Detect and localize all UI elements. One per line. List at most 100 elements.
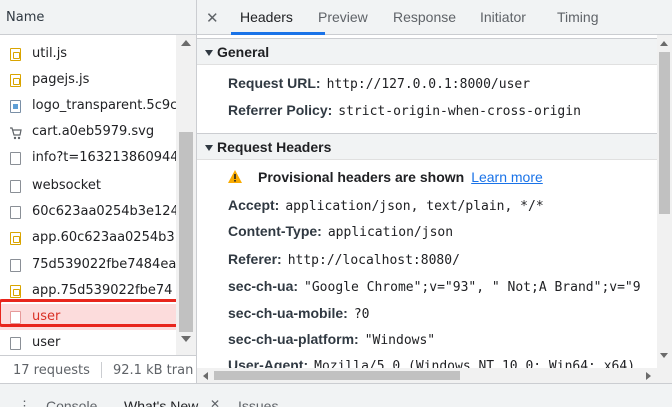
request-row[interactable]: logo_transparent.5c9c: [0, 93, 176, 119]
scrollbar-thumb[interactable]: [659, 52, 670, 214]
request-row[interactable]: info?t=163213860944: [0, 145, 176, 171]
referrer-policy-value: strict-origin-when-cross-origin: [338, 104, 581, 119]
bottom-drawer-tabbar: ⋮ Console What's New ✕ Issues: [0, 383, 672, 407]
document-file-icon: [10, 206, 21, 219]
header-key: sec-ch-ua-mobile:: [228, 305, 348, 321]
request-name: websocket: [32, 178, 101, 193]
header-row-content-type: Content-Type: application/json: [228, 223, 453, 240]
tab-headers[interactable]: Headers: [240, 9, 293, 25]
request-url-label: Request URL:: [228, 75, 321, 91]
request-url-value: http://127.0.0.1:8000/user: [326, 77, 531, 92]
header-key: Referer:: [228, 251, 282, 267]
close-icon[interactable]: ✕: [206, 9, 219, 27]
request-row[interactable]: pagejs.js: [0, 67, 176, 93]
request-row[interactable]: 60c623aa0254b3e124: [0, 199, 176, 225]
request-name: 60c623aa0254b3e124: [32, 204, 176, 219]
document-file-icon: [10, 337, 21, 350]
scrollbar-thumb[interactable]: [214, 371, 460, 380]
scrollbar-thumb[interactable]: [179, 132, 193, 332]
request-row[interactable]: util.js: [0, 41, 176, 67]
referrer-policy-row: Referrer Policy: strict-origin-when-cross…: [228, 102, 581, 119]
headers-content: General Request URL: http://127.0.0.1:800…: [197, 35, 657, 368]
tab-response[interactable]: Response: [393, 9, 456, 25]
request-headers-section-header[interactable]: Request Headers: [197, 133, 657, 160]
header-key: sec-ch-ua-platform:: [228, 331, 359, 347]
request-url-row: Request URL: http://127.0.0.1:8000/user: [228, 75, 530, 92]
request-row[interactable]: user: [0, 330, 176, 355]
tab-preview[interactable]: Preview: [318, 9, 368, 25]
js-file-icon: [10, 285, 21, 298]
js-file-icon: [10, 48, 21, 61]
general-section-title: General: [217, 44, 270, 60]
drawer-menu-icon[interactable]: ⋮: [18, 398, 32, 407]
document-file-icon: [10, 259, 21, 272]
header-value: http://localhost:8080/: [287, 253, 460, 268]
scroll-right-arrow-icon[interactable]: [646, 372, 651, 380]
document-file-icon: [10, 152, 21, 165]
js-file-icon: [10, 232, 21, 245]
tab-issues[interactable]: Issues: [238, 398, 278, 407]
header-row-user-agent: User-Agent: Mozilla/5.0 (Windows NT 10.0;…: [228, 357, 635, 368]
request-row[interactable]: 75d539022fbe7484ea: [0, 252, 176, 278]
name-column-header[interactable]: Name: [0, 0, 196, 35]
tab-initiator[interactable]: Initiator: [480, 9, 526, 25]
header-row-sec-ch-ua: sec-ch-ua: "Google Chrome";v="93", " Not;…: [228, 278, 641, 295]
referrer-policy-label: Referrer Policy:: [228, 102, 333, 118]
request-name: 75d539022fbe7484ea: [32, 257, 176, 272]
scroll-up-arrow-icon[interactable]: [181, 40, 191, 46]
request-list: util.js pagejs.js logo_transparent.5c9c …: [0, 35, 176, 355]
scroll-down-arrow-icon[interactable]: [660, 353, 668, 358]
learn-more-link[interactable]: Learn more: [471, 169, 543, 185]
header-value: application/json, text/plain, */*: [285, 199, 544, 214]
request-name: user: [32, 335, 61, 350]
header-value: ?0: [353, 307, 370, 322]
collapse-triangle-icon: [205, 50, 213, 56]
request-headers-section-title: Request Headers: [217, 139, 332, 155]
request-count: 17 requests: [13, 363, 90, 378]
network-summary-bar: 17 requests 92.1 kB tran: [0, 355, 196, 383]
request-name: app.75d539022fbe74: [32, 283, 173, 298]
warning-icon: [228, 170, 242, 183]
scroll-down-arrow-icon[interactable]: [181, 336, 191, 342]
header-key: User-Agent:: [228, 357, 309, 368]
header-key: Content-Type:: [228, 223, 322, 239]
request-name: cart.a0eb5979.svg: [32, 124, 155, 139]
general-section-header[interactable]: General: [197, 38, 657, 65]
request-name: util.js: [32, 46, 68, 61]
detail-tabbar: ✕ Headers Preview Response Initiator Tim…: [197, 0, 672, 35]
request-row[interactable]: cart.a0eb5979.svg: [0, 119, 176, 145]
scroll-up-arrow-icon[interactable]: [660, 41, 668, 46]
provisional-headers-text: Provisional headers are shown: [258, 169, 465, 185]
image-file-icon: [10, 100, 21, 113]
request-list-panel: Name util.js pagejs.js logo_transparent.…: [0, 0, 197, 383]
request-row-selected[interactable]: user: [0, 304, 176, 330]
svg-file-icon: [10, 126, 22, 140]
request-list-scrollbar[interactable]: [176, 35, 196, 355]
header-row-sec-ch-ua-platform: sec-ch-ua-platform: "Windows": [228, 331, 435, 348]
request-row[interactable]: app.75d539022fbe74: [0, 278, 176, 304]
document-file-icon: [10, 180, 21, 193]
request-name: app.60c623aa0254b3: [32, 230, 175, 245]
collapse-triangle-icon: [205, 145, 213, 151]
request-details-panel: ✕ Headers Preview Response Initiator Tim…: [197, 0, 672, 383]
transferred-size: 92.1 kB tran: [113, 363, 194, 378]
tab-console[interactable]: Console: [46, 398, 97, 407]
name-column-label: Name: [6, 10, 45, 25]
status-divider: [101, 362, 102, 378]
header-key: sec-ch-ua:: [228, 278, 299, 294]
details-vertical-scrollbar[interactable]: [657, 35, 672, 368]
close-icon[interactable]: ✕: [210, 397, 220, 407]
header-key: Accept:: [228, 197, 280, 213]
provisional-headers-notice: Provisional headers are shown Learn more: [258, 169, 543, 185]
request-name: pagejs.js: [32, 72, 90, 87]
request-row[interactable]: app.60c623aa0254b3: [0, 225, 176, 251]
header-row-referer: Referer: http://localhost:8080/: [228, 251, 460, 268]
header-value: "Google Chrome";v="93", " Not;A Brand";v…: [304, 280, 641, 295]
tab-timing[interactable]: Timing: [557, 9, 599, 25]
header-row-accept: Accept: application/json, text/plain, */*: [228, 197, 544, 214]
scroll-left-arrow-icon[interactable]: [203, 372, 208, 380]
header-value: Mozilla/5.0 (Windows NT 10.0; Win64; x64…: [314, 359, 636, 368]
tab-whats-new[interactable]: What's New: [124, 398, 198, 407]
details-horizontal-scrollbar[interactable]: [197, 368, 672, 383]
request-row[interactable]: websocket: [0, 173, 176, 199]
